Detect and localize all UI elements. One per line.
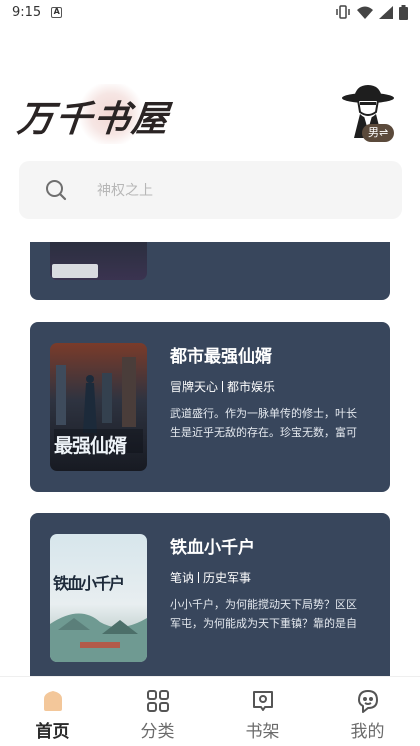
vibrate-icon	[336, 5, 350, 19]
tab-profile[interactable]: 我的	[315, 677, 420, 746]
bookshelf-icon	[252, 691, 273, 711]
search-icon	[46, 180, 67, 201]
book-cover[interactable]	[50, 534, 147, 662]
cover-publisher-badge	[52, 264, 98, 278]
wifi-icon	[357, 6, 373, 19]
book-meta: 笔讷 历史军事	[170, 569, 251, 586]
tab-label: 书架	[245, 722, 280, 742]
grid-icon	[146, 690, 169, 712]
app-logo: 万千书屋	[15, 84, 176, 144]
cover-title: 最强仙婿	[54, 435, 127, 457]
meta-divider	[222, 381, 224, 392]
book-meta: 冒牌天心 都市娱乐	[170, 378, 275, 395]
book-card[interactable]: 最强仙婿 都市最强仙婿 冒牌天心 都市娱乐 武道盛行。作为一脉单传的修士，叶长生…	[30, 322, 390, 492]
book-category: 都市娱乐	[227, 380, 276, 394]
book-title[interactable]: 都市最强仙婿	[170, 342, 272, 367]
book-description: 小小千户，为何能搅动天下局势？区区军屯，为何能成为天下重镇？靠的是自	[170, 598, 357, 630]
profile-icon	[357, 690, 378, 713]
logo-text: 万千书屋	[15, 98, 172, 140]
book-author: 笔讷	[170, 571, 195, 585]
home-icon	[43, 691, 62, 711]
book-card-partial[interactable]	[30, 242, 390, 300]
book-title[interactable]: 铁血小千户	[170, 533, 255, 558]
app-header: 万千书屋 男⇌	[0, 80, 420, 145]
meta-divider	[198, 572, 200, 583]
status-bar: 9:15 A	[0, 0, 420, 24]
status-icons	[335, 4, 408, 20]
search-bar[interactable]: 神权之上	[19, 161, 402, 219]
tab-label: 我的	[350, 722, 385, 742]
book-category: 历史军事	[203, 571, 252, 585]
status-time: 9:15	[12, 4, 42, 20]
tab-label: 分类	[140, 722, 175, 742]
book-card[interactable]: 铁血小千户 铁血小千户 笔讷 历史军事 小小千户，为何能搅动天下局势？区区军屯，…	[30, 513, 390, 676]
search-placeholder: 神权之上	[97, 183, 153, 199]
tab-label: 首页	[35, 722, 70, 742]
bottom-tab-bar: 首页 分类 书架 我的	[0, 676, 420, 746]
book-description: 武道盛行。作为一脉单传的修士，叶长生是近乎无敌的存在。珍宝无数，富可	[170, 407, 357, 439]
tab-home[interactable]: 首页	[0, 677, 105, 746]
book-list[interactable]: 最强仙婿 都市最强仙婿 冒牌天心 都市娱乐 武道盛行。作为一脉单传的修士，叶长生…	[0, 242, 420, 676]
notification-a-icon: A	[51, 6, 63, 18]
tab-bookshelf[interactable]: 书架	[210, 677, 315, 746]
gender-toggle-button[interactable]: 男⇌	[362, 124, 395, 142]
book-author: 冒牌天心	[170, 380, 219, 394]
tab-category[interactable]: 分类	[105, 677, 210, 746]
cover-title: 铁血小千户	[53, 574, 125, 593]
battery-icon	[399, 4, 408, 20]
signal-icon	[379, 5, 393, 19]
book-cover-partial[interactable]	[50, 242, 147, 280]
